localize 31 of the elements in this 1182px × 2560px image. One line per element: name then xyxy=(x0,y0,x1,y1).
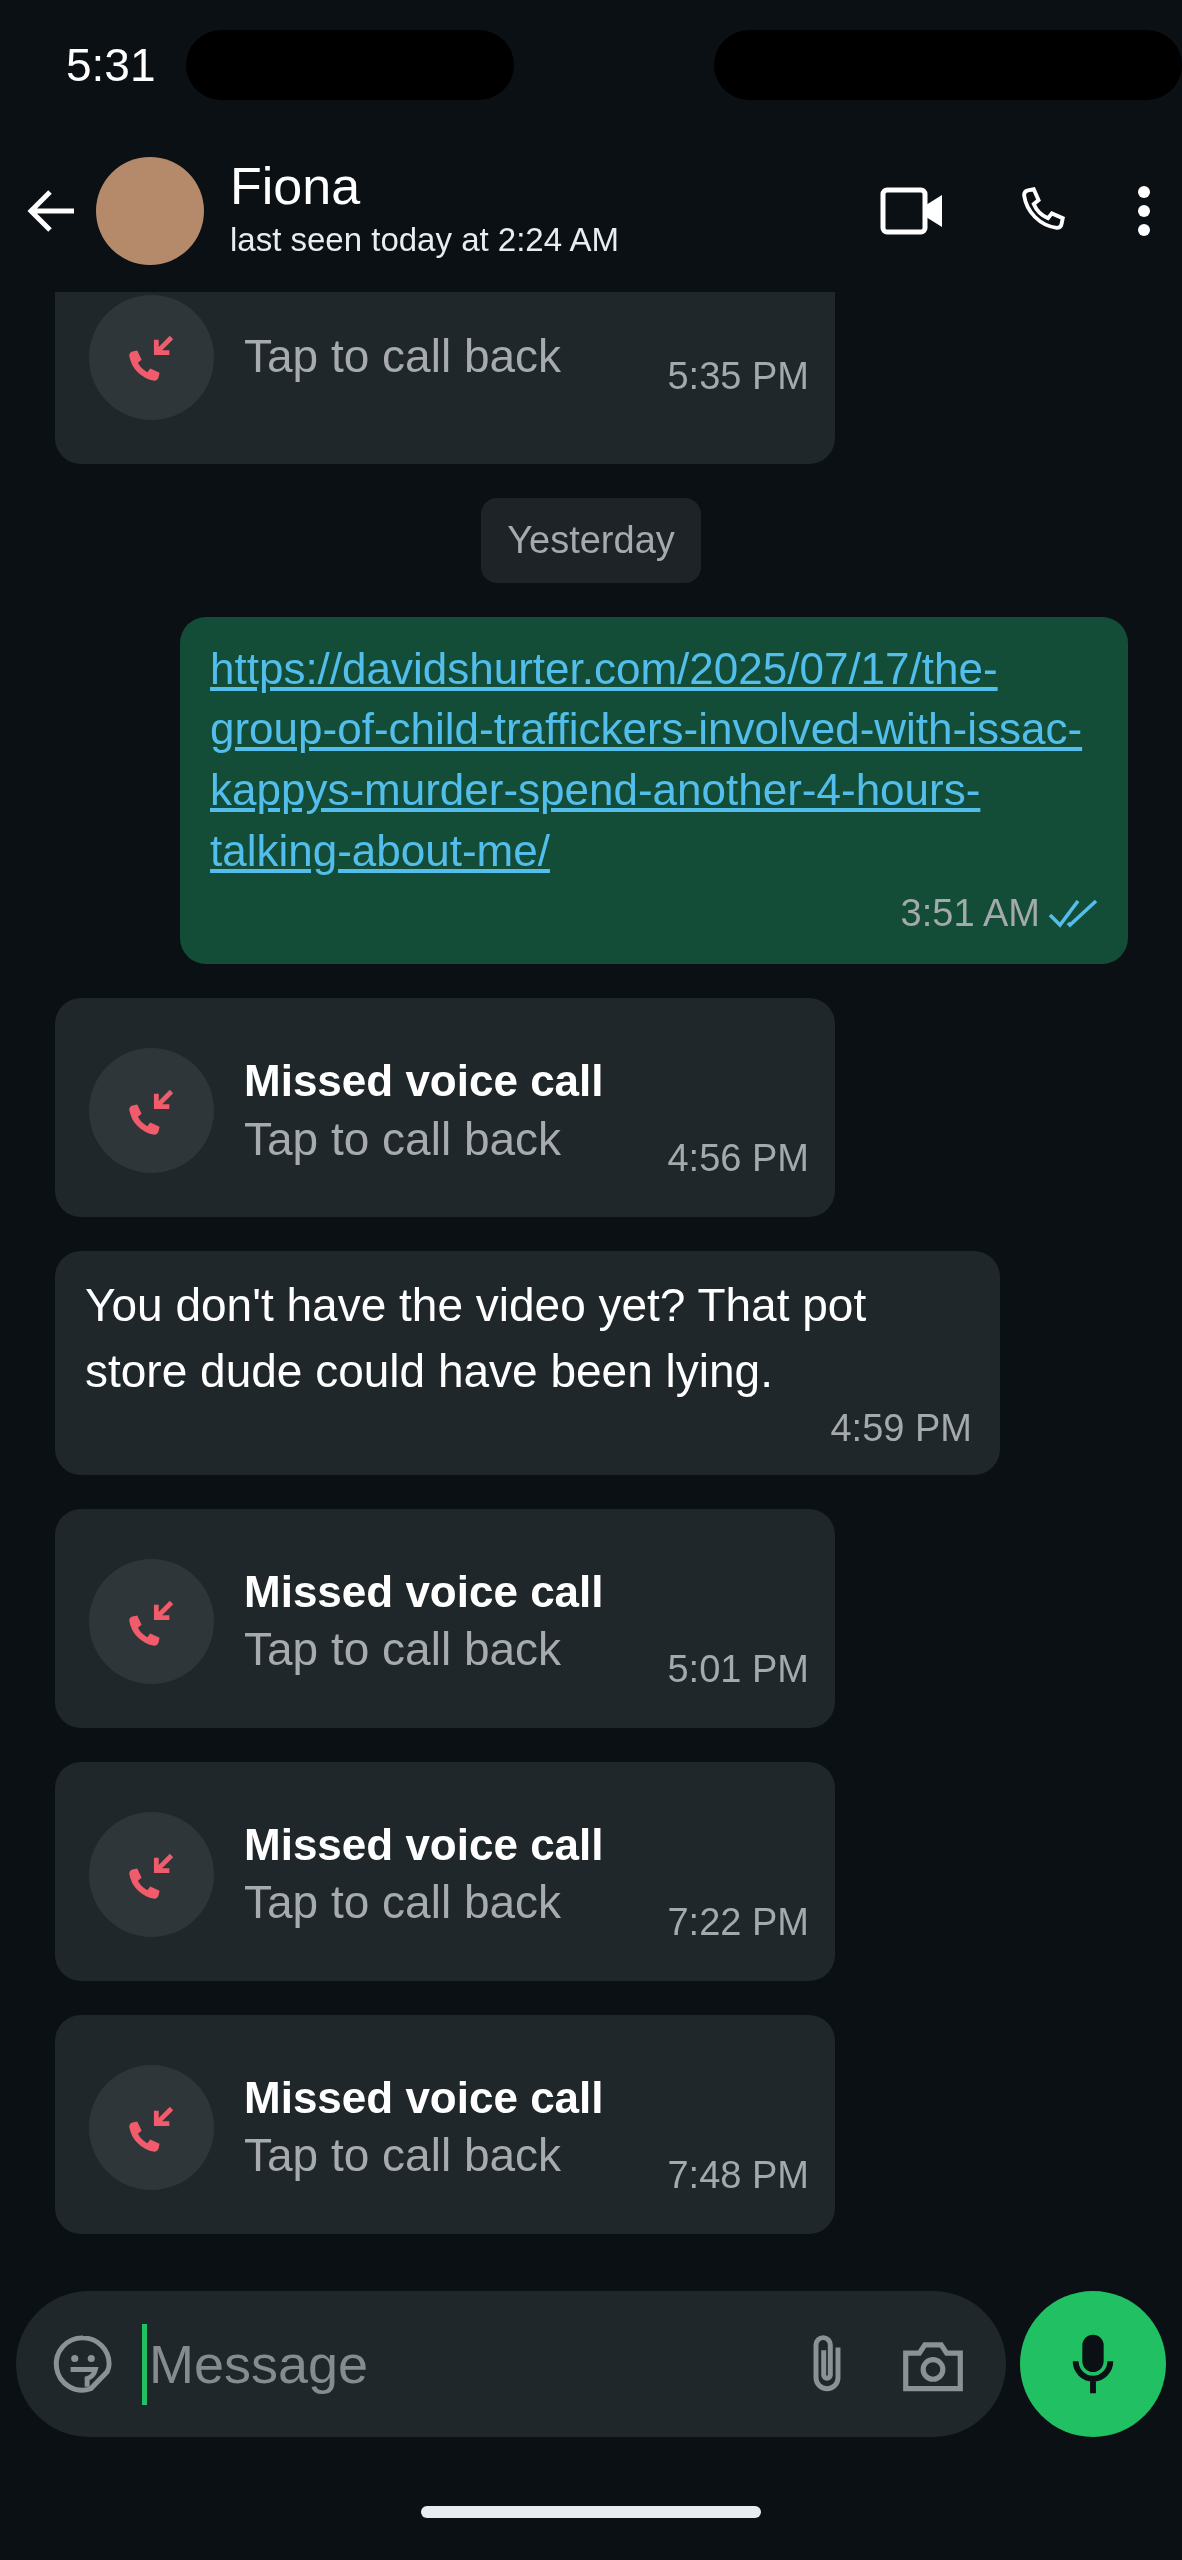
call-title: Missed voice call xyxy=(244,1819,605,1871)
call-subtitle: Tap to call back xyxy=(244,329,562,385)
call-subtitle: Tap to call back xyxy=(244,1622,562,1678)
message-time: 5:01 PM xyxy=(667,1647,809,1692)
message-time: 5:35 PM xyxy=(667,353,809,399)
missed-call-bubble[interactable]: Missed voice call Tap to call back 7:22 PM xyxy=(55,1762,835,1981)
message-time: 4:59 PM xyxy=(830,1406,972,1451)
call-subtitle: Tap to call back xyxy=(244,2128,562,2184)
microphone-icon xyxy=(1071,2332,1115,2396)
contact-name[interactable]: Fiona xyxy=(230,157,862,215)
missed-call-bubble[interactable]: Missed voice call Tap to call back 7:48 PM xyxy=(55,2015,835,2234)
call-title: Missed voice call xyxy=(244,2072,605,2124)
last-seen-text: last seen today at 2:24 AM xyxy=(230,219,620,260)
missed-call-bubble[interactable]: Missed voice call Tap to call back 5:01 PM xyxy=(55,1509,835,1728)
call-title: Missed voice call xyxy=(244,1055,605,1108)
message-time: 3:51 AM xyxy=(900,891,1040,937)
call-title: Missed voice call xyxy=(244,1566,605,1618)
message-text: You don't have the video yet? That pot store dude could have been lying. xyxy=(85,1278,868,1399)
message-time: 7:22 PM xyxy=(667,1900,809,1945)
more-options-button[interactable] xyxy=(1136,185,1152,237)
call-subtitle: Tap to call back xyxy=(244,1111,562,1167)
message-time: 7:48 PM xyxy=(667,2153,809,2198)
missed-call-bubble[interactable]: Missed voice call Tap to call back 4:56 PM xyxy=(55,998,835,1218)
call-subtitle: Tap to call back xyxy=(244,1875,562,1931)
message-time: 4:56 PM xyxy=(667,1136,809,1182)
message-field[interactable]: Message xyxy=(16,2291,1006,2437)
status-time: 5:31 xyxy=(66,37,156,93)
missed-call-bubble[interactable]: Tap to call back 5:35 PM xyxy=(55,292,835,464)
message-link[interactable]: https://davidshurter.com/2025/07/17/the-group-of-child-traffickers-involved-with-issac-kappys-murder-spend-another-4-hours-talking-about-me/ xyxy=(210,638,1100,882)
message-input[interactable]: Message xyxy=(142,2323,778,2405)
more-options-icon xyxy=(1136,185,1152,237)
